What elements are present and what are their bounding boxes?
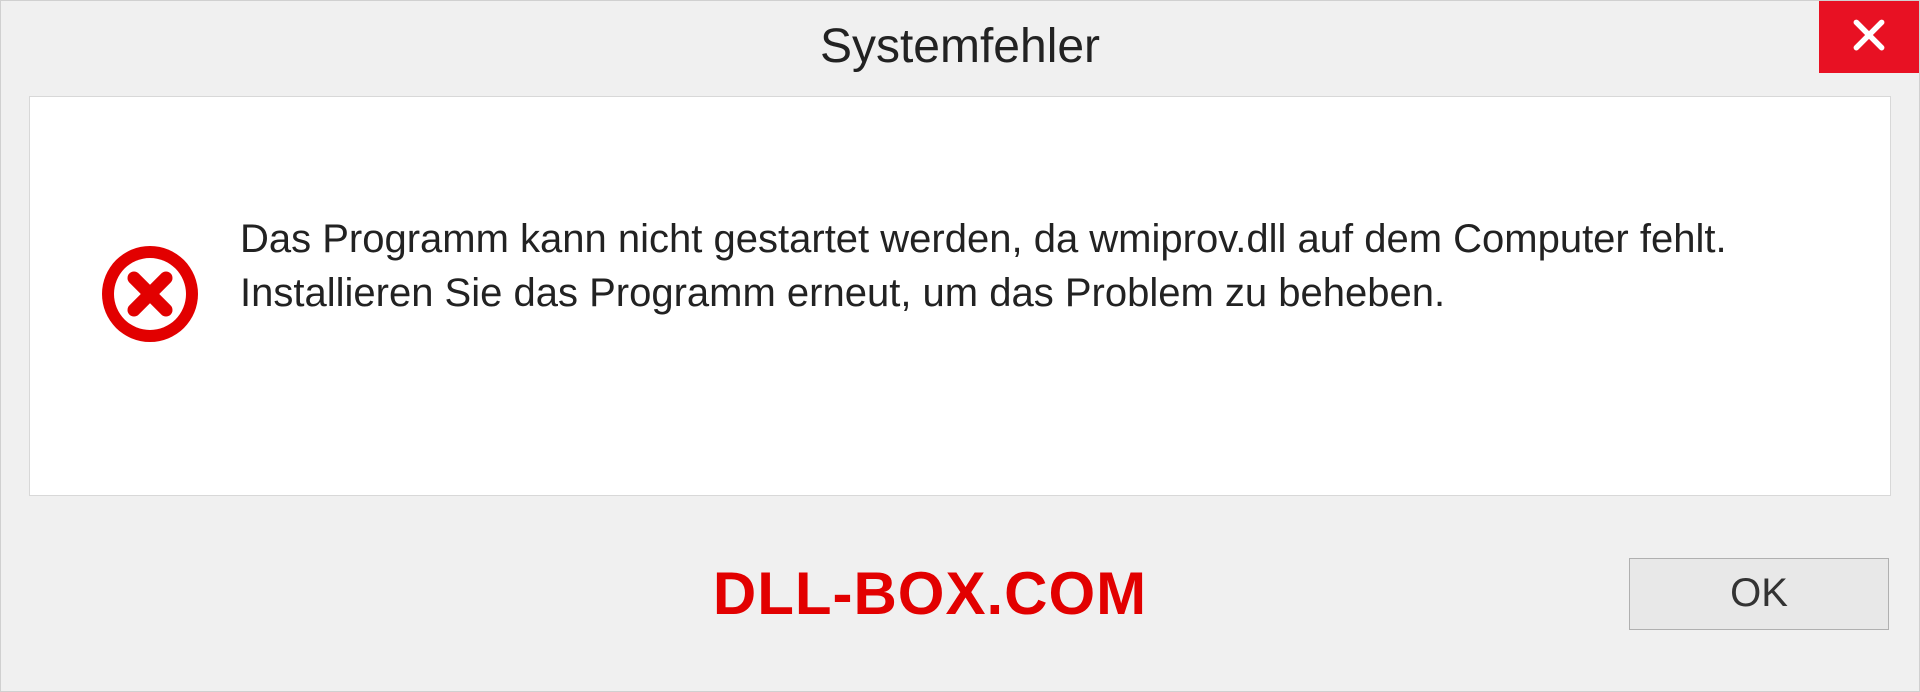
ok-button[interactable]: OK bbox=[1629, 558, 1889, 630]
dialog-content-panel: Das Programm kann nicht gestartet werden… bbox=[29, 96, 1891, 496]
dialog-title: Systemfehler bbox=[820, 19, 1100, 74]
watermark-text: DLL-BOX.COM bbox=[231, 559, 1629, 628]
dialog-footer: DLL-BOX.COM OK bbox=[1, 516, 1919, 691]
error-message: Das Programm kann nicht gestartet werden… bbox=[240, 212, 1850, 320]
close-button[interactable] bbox=[1819, 1, 1919, 73]
close-icon bbox=[1850, 16, 1888, 59]
ok-button-label: OK bbox=[1730, 571, 1788, 616]
error-icon bbox=[100, 244, 200, 349]
dialog-titlebar: Systemfehler bbox=[1, 1, 1919, 91]
